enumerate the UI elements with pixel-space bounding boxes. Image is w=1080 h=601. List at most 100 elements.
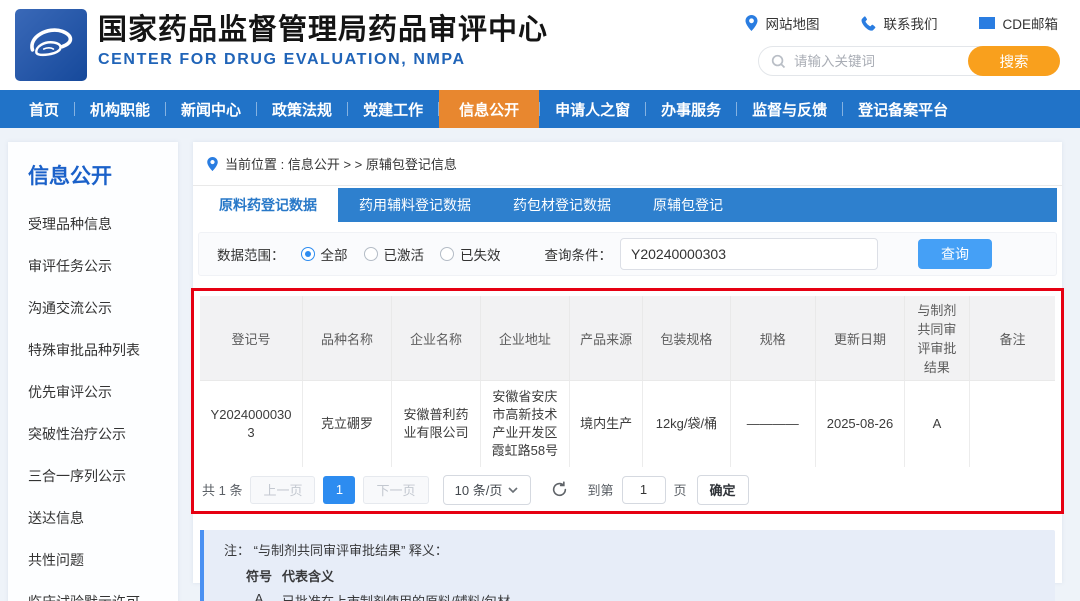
- cell-joint-review-result: A: [903, 380, 970, 467]
- cde-logo[interactable]: [15, 9, 87, 81]
- phone-icon: [861, 15, 876, 31]
- page-size-select[interactable]: 10 条/页: [442, 474, 531, 505]
- col-registration-no: 登记号: [199, 295, 304, 381]
- radio-all-label: 全部: [320, 248, 348, 263]
- cell-variety-name: 克立硼罗: [302, 380, 392, 467]
- sidebar: 信息公开 受理品种信息 审评任务公示 沟通交流公示 特殊审批品种列表 优先审评公…: [8, 142, 178, 601]
- pagination: 共 1 条 上一页 1 下一页 10 条/页 到第 页 确定: [200, 474, 1055, 505]
- nav-item-supervision[interactable]: 监督与反馈: [737, 90, 842, 128]
- radio-dot-icon: [363, 247, 378, 261]
- breadcrumb-text: 当前位置 : 信息公开 > > 原辅包登记信息: [225, 157, 457, 172]
- main-nav: 首页 机构职能 新闻中心 政策法规 党建工作 信息公开 申请人之窗 办事服务 监…: [0, 90, 1080, 128]
- sidebar-item-breakthrough-therapy[interactable]: 突破性治疗公示: [28, 425, 178, 444]
- pagination-total: 共 1 条: [202, 483, 243, 498]
- main-content: 当前位置 : 信息公开 > > 原辅包登记信息 原料药登记数据 药用辅料登记数据…: [191, 142, 1064, 601]
- filter-bar: 数据范围： 全部 已激活 已失效 查询条件： 查询: [198, 232, 1057, 276]
- col-spec: 规格: [729, 295, 817, 381]
- tab-packaging-registration[interactable]: 药包材登记数据: [492, 188, 632, 222]
- col-product-source: 产品来源: [568, 295, 644, 381]
- query-button[interactable]: 查询: [918, 239, 992, 269]
- note-box: 注： “与制剂共同审评审批结果” 释义： 符号 代表含义 A 已批准在上市制剂使…: [200, 529, 1055, 601]
- cde-logo-swoosh: [30, 28, 73, 57]
- site-title: 国家药品监督管理局药品审评中心: [98, 14, 549, 46]
- confirm-button[interactable]: 确定: [696, 474, 749, 505]
- radio-dot-icon: [440, 247, 454, 261]
- note-col-meaning: 代表含义: [282, 568, 335, 584]
- cell-company-address: 安徽省安庆市高新技术产业开发区霞虹路58号: [479, 380, 570, 467]
- col-joint-review-result: 与制剂共同审评审批结果: [903, 295, 970, 381]
- nav-item-news[interactable]: 新闻中心: [166, 90, 256, 128]
- top-links: 网站地图 联系我们 CDE邮箱: [745, 13, 1058, 33]
- site-header: 国家药品监督管理局药品审评中心 CENTER FOR DRUG EVALUATI…: [0, 0, 1080, 90]
- note-title: 注： “与制剂共同审评审批结果” 释义：: [224, 542, 448, 558]
- search-input[interactable]: [794, 53, 968, 69]
- nav-item-services[interactable]: 办事服务: [646, 90, 736, 128]
- radio-all[interactable]: 全部: [300, 244, 348, 264]
- location-pin-icon: [207, 156, 218, 171]
- goto-page-input[interactable]: [621, 475, 666, 504]
- search-button[interactable]: 搜索: [968, 46, 1060, 76]
- breadcrumb: 当前位置 : 信息公开 > > 原辅包登记信息: [193, 142, 1062, 186]
- radio-expired-label: 已失效: [460, 248, 501, 263]
- sidebar-item-delivery-info[interactable]: 送达信息: [28, 509, 178, 528]
- page-1-button[interactable]: 1: [323, 475, 356, 504]
- refresh-icon[interactable]: [551, 481, 568, 498]
- cell-update-date: 2025-08-26: [815, 380, 905, 467]
- sidebar-item-clinical-trial-license[interactable]: 临床试验默示许可: [28, 593, 178, 601]
- nav-item-functions[interactable]: 机构职能: [75, 90, 165, 128]
- tab-bar: 原料药登记数据 药用辅料登记数据 药包材登记数据 原辅包登记: [198, 188, 1057, 222]
- col-company-name: 企业名称: [391, 295, 481, 381]
- next-page-button[interactable]: 下一页: [363, 475, 429, 504]
- site-search: 搜索: [758, 46, 1060, 76]
- cell-product-source: 境内生产: [568, 380, 644, 467]
- tab-api-registration[interactable]: 原料药登记数据: [198, 188, 338, 222]
- table-row: Y20240000303 克立硼罗 安徽普利药业有限公司 安徽省安庆市高新技术产…: [199, 380, 1056, 467]
- goto-page-unit: 页: [673, 483, 687, 498]
- cell-package-spec: 12kg/袋/桶: [642, 380, 731, 467]
- page-size-value: 10 条/页: [454, 483, 503, 498]
- contact-label: 联系我们: [883, 17, 938, 32]
- query-input[interactable]: [620, 238, 878, 270]
- mailbox-link[interactable]: CDE邮箱: [979, 13, 1058, 33]
- sidebar-item-common-issues[interactable]: 共性问题: [28, 551, 178, 570]
- query-label: 查询条件：: [544, 248, 613, 263]
- site-title-block: 国家药品监督管理局药品审评中心 CENTER FOR DRUG EVALUATI…: [98, 11, 548, 69]
- site-subtitle: CENTER FOR DRUG EVALUATION, NMPA: [98, 51, 466, 68]
- chevron-down-icon: [508, 486, 518, 493]
- col-package-spec: 包装规格: [642, 295, 731, 381]
- contact-link[interactable]: 联系我们: [861, 13, 937, 33]
- radio-activated[interactable]: 已激活: [363, 244, 425, 264]
- tab-excipient-registration[interactable]: 药用辅料登记数据: [338, 188, 492, 222]
- location-pin-icon: [745, 15, 758, 31]
- sidebar-item-three-in-one[interactable]: 三合一序列公示: [28, 467, 178, 486]
- sidebar-item-priority-review[interactable]: 优先审评公示: [28, 383, 178, 402]
- nav-item-registration-platform[interactable]: 登记备案平台: [843, 90, 963, 128]
- goto-page-label: 到第: [587, 483, 614, 498]
- sitemap-label: 网站地图: [765, 17, 820, 32]
- nav-item-party[interactable]: 党建工作: [348, 90, 438, 128]
- sidebar-item-communication[interactable]: 沟通交流公示: [28, 299, 178, 318]
- sidebar-item-accepted-varieties[interactable]: 受理品种信息: [28, 215, 178, 234]
- col-remarks: 备注: [968, 295, 1056, 381]
- mail-icon: [979, 17, 996, 29]
- prev-page-button[interactable]: 上一页: [250, 475, 316, 504]
- nav-item-policies[interactable]: 政策法规: [257, 90, 347, 128]
- sitemap-link[interactable]: 网站地图: [745, 13, 819, 33]
- nav-item-home[interactable]: 首页: [14, 90, 74, 128]
- radio-expired[interactable]: 已失效: [440, 244, 501, 264]
- sidebar-item-special-approval[interactable]: 特殊审批品种列表: [28, 341, 178, 360]
- highlight-red-box: 登记号 品种名称 企业名称 企业地址 产品来源 包装规格 规格 更新日期 与制剂…: [191, 288, 1064, 514]
- cell-spec: ————: [729, 380, 817, 467]
- note-col-symbol: 符号: [245, 568, 272, 584]
- nav-item-applicant-window[interactable]: 申请人之窗: [540, 90, 645, 128]
- note-meaning-a: 已批准在上市制剂使用的原料/辅料/包材。: [282, 593, 524, 601]
- radio-activated-label: 已激活: [383, 248, 425, 263]
- tab-apipack-registration[interactable]: 原辅包登记: [632, 188, 744, 222]
- radio-dot-icon: [300, 247, 315, 261]
- cell-registration-no: Y20240000303: [199, 380, 304, 467]
- nav-item-info-disclosure[interactable]: 信息公开: [439, 90, 540, 128]
- page: 国家药品监督管理局药品审评中心 CENTER FOR DRUG EVALUATI…: [0, 0, 1080, 601]
- sidebar-item-review-tasks[interactable]: 审评任务公示: [28, 257, 178, 276]
- col-update-date: 更新日期: [815, 295, 905, 381]
- search-icon: [771, 54, 786, 69]
